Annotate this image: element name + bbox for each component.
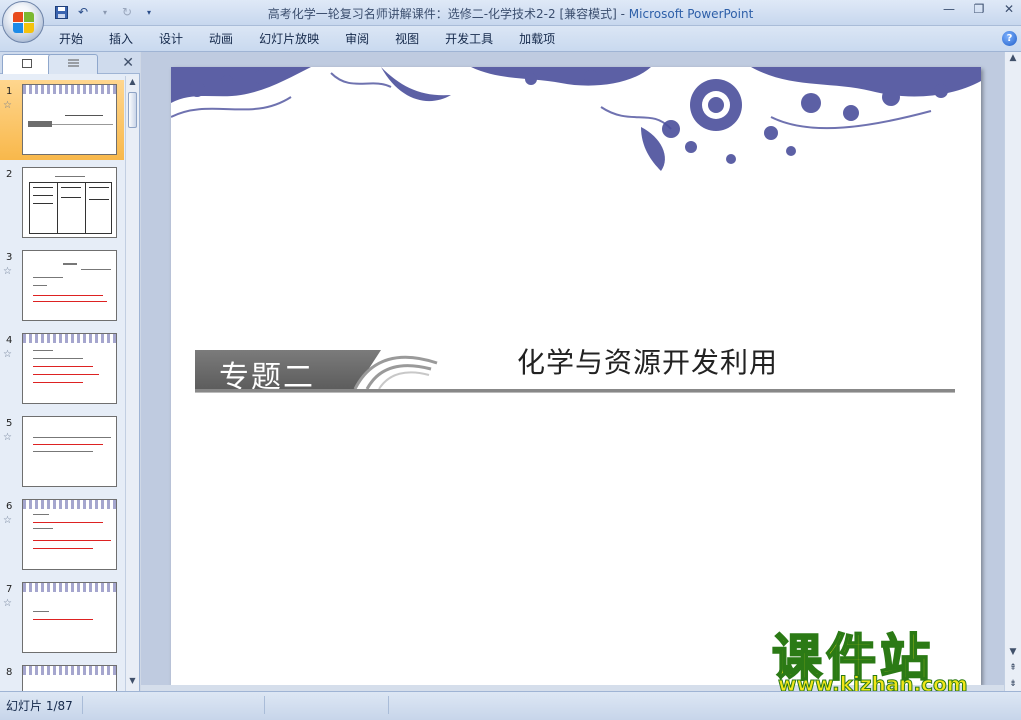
- window-title: 高考化学一轮复习名师讲解课件：选修二-化学技术2-2 [兼容模式] - Micr…: [0, 5, 1021, 22]
- slides-tab-icon: [22, 59, 32, 68]
- panel-tabs: ✕: [0, 52, 140, 74]
- scroll-down-icon[interactable]: ▼: [126, 676, 139, 690]
- minimize-icon[interactable]: —: [941, 2, 957, 16]
- vertical-scrollbar[interactable]: ▲ ▼ ⇞ ⇟: [1004, 52, 1021, 691]
- status-bar: 幻灯片 1/87: [0, 691, 1021, 720]
- swoosh-decoration: [353, 355, 438, 390]
- tab-review[interactable]: 审阅: [332, 31, 382, 49]
- thumbnail-image: [22, 84, 117, 155]
- transition-icon: ☆: [3, 266, 12, 277]
- thumbnail-number: 6: [6, 501, 13, 512]
- scroll-down-icon[interactable]: ▼: [1005, 647, 1021, 657]
- restore-icon[interactable]: ❐: [971, 2, 987, 16]
- title-bar: ↶ ▾ ↻ ▾ 高考化学一轮复习名师讲解课件：选修二-化学技术2-2 [兼容模式…: [0, 0, 1021, 43]
- office-logo-icon: [13, 12, 35, 34]
- transition-icon: ☆: [3, 515, 12, 526]
- floral-decoration: [171, 67, 981, 171]
- title-underline: [195, 389, 955, 393]
- slide-indicator: 幻灯片 1/87: [6, 699, 73, 713]
- slide-editor: 专题二 化学与资源开发利用 ▲ ▼ ⇞ ⇟: [141, 52, 1021, 691]
- thumbnail-number: 1: [6, 86, 13, 97]
- help-icon[interactable]: ?: [1002, 31, 1017, 46]
- window-controls: — ❐ ✕: [941, 2, 1017, 16]
- tab-slideshow[interactable]: 幻灯片放映: [246, 31, 332, 49]
- thumbnail-image: [22, 665, 117, 691]
- status-separator: [264, 696, 265, 714]
- thumbnail-image: [22, 499, 117, 570]
- thumbnail-number: 2: [6, 169, 13, 180]
- thumbnail-number: 7: [6, 584, 13, 595]
- slides-panel: ✕ 1 ☆ 2 3 ☆ 4 ☆ 5 ☆ 6 ☆ 7 ☆ 8 ▲ ▼: [0, 52, 140, 691]
- thumbnail-slide-7[interactable]: 7 ☆: [0, 578, 124, 658]
- close-panel-icon[interactable]: ✕: [122, 55, 134, 71]
- thumbnail-number: 8: [6, 667, 13, 678]
- slide-canvas[interactable]: 专题二 化学与资源开发利用: [171, 67, 981, 685]
- title-separator: -: [616, 7, 629, 21]
- thumbnail-number: 5: [6, 418, 13, 429]
- next-slide-icon[interactable]: ⇟: [1005, 679, 1021, 689]
- thumbnail-slide-6[interactable]: 6 ☆: [0, 495, 124, 575]
- thumbnail-list: 1 ☆ 2 3 ☆ 4 ☆ 5 ☆ 6 ☆ 7 ☆ 8: [0, 76, 124, 691]
- previous-slide-icon[interactable]: ⇞: [1005, 663, 1021, 673]
- thumbnail-number: 3: [6, 252, 13, 263]
- status-separator: [82, 696, 83, 714]
- thumbnail-image: [22, 167, 117, 238]
- thumbnail-slide-1[interactable]: 1 ☆: [0, 80, 124, 160]
- transition-icon: ☆: [3, 349, 12, 360]
- outline-tab-icon: [67, 59, 79, 67]
- thumbnail-image: [22, 250, 117, 321]
- ribbon: 开始 插入 设计 动画 幻灯片放映 审阅 视图 开发工具 加载项 ?: [0, 26, 1021, 52]
- scroll-thumb[interactable]: [128, 92, 137, 128]
- scroll-up-icon[interactable]: ▲: [126, 77, 139, 91]
- tab-home[interactable]: 开始: [46, 31, 96, 49]
- tab-insert[interactable]: 插入: [96, 31, 146, 49]
- ribbon-tabs: 开始 插入 设计 动画 幻灯片放映 审阅 视图 开发工具 加载项: [46, 31, 568, 49]
- tab-design[interactable]: 设计: [146, 31, 196, 49]
- scroll-up-icon[interactable]: ▲: [1005, 53, 1021, 63]
- thumbnail-image: [22, 333, 117, 404]
- thumbnail-slide-5[interactable]: 5 ☆: [0, 412, 124, 492]
- thumbnail-image: [22, 416, 117, 487]
- transition-icon: ☆: [3, 432, 12, 443]
- outline-tab[interactable]: [48, 54, 98, 74]
- thumbnail-slide-3[interactable]: 3 ☆: [0, 246, 124, 326]
- thumbnail-scrollbar[interactable]: ▲ ▼: [125, 76, 139, 691]
- transition-icon: ☆: [3, 598, 12, 609]
- status-separator: [388, 696, 389, 714]
- thumbnail-image: [22, 582, 117, 653]
- transition-icon: ☆: [3, 100, 12, 111]
- slides-tab[interactable]: [2, 54, 52, 74]
- tab-animations[interactable]: 动画: [196, 31, 246, 49]
- thumbnail-slide-8[interactable]: 8: [0, 661, 124, 691]
- tab-developer[interactable]: 开发工具: [432, 31, 506, 49]
- tab-addins[interactable]: 加载项: [506, 31, 568, 49]
- slide-title[interactable]: 化学与资源开发利用: [517, 341, 778, 381]
- thumbnail-slide-4[interactable]: 4 ☆: [0, 329, 124, 409]
- tab-view[interactable]: 视图: [382, 31, 432, 49]
- close-window-icon[interactable]: ✕: [1001, 2, 1017, 16]
- office-button[interactable]: [2, 1, 44, 43]
- app-name: Microsoft PowerPoint: [628, 7, 754, 21]
- thumbnail-number: 4: [6, 335, 13, 346]
- thumbnail-slide-2[interactable]: 2: [0, 163, 124, 243]
- document-title: 高考化学一轮复习名师讲解课件：选修二-化学技术2-2 [兼容模式]: [267, 7, 617, 21]
